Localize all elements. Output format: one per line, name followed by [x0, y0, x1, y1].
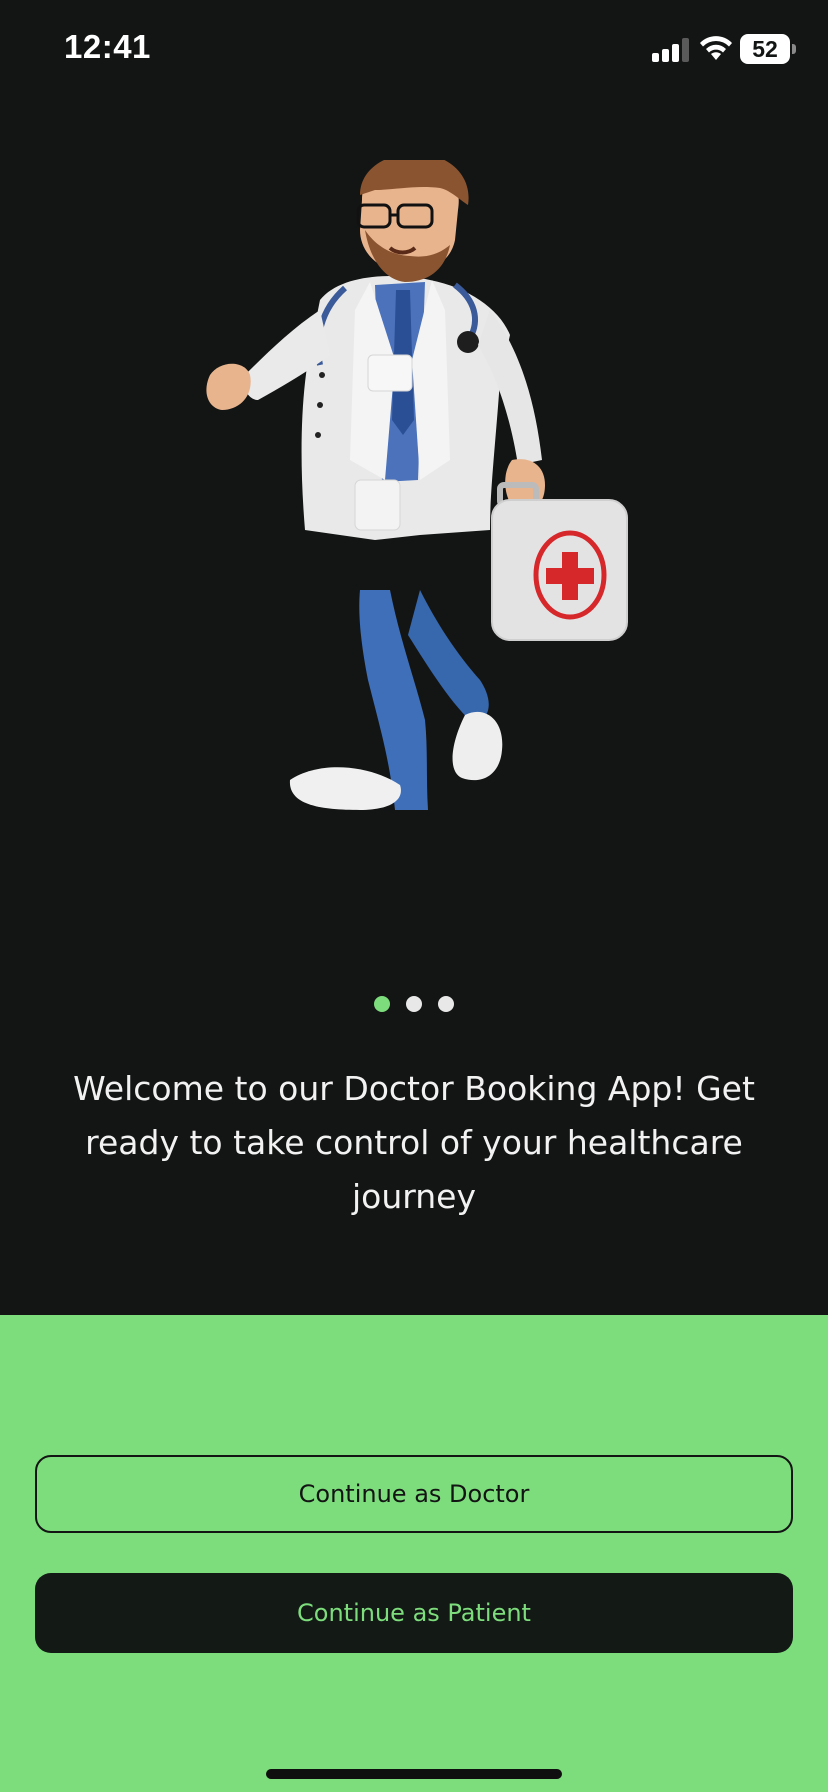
- page-dot[interactable]: [438, 996, 454, 1012]
- continue-as-doctor-button[interactable]: Continue as Doctor: [35, 1455, 793, 1533]
- wifi-icon: [700, 36, 732, 60]
- page-dot[interactable]: [406, 996, 422, 1012]
- battery-cap: [792, 44, 796, 54]
- welcome-message: Welcome to our Doctor Booking App! Get r…: [73, 1069, 755, 1216]
- home-indicator[interactable]: [266, 1769, 562, 1779]
- continue-as-patient-button[interactable]: Continue as Patient: [35, 1573, 793, 1653]
- action-panel: Continue as Doctor Continue as Patient: [0, 1315, 828, 1792]
- doctor-illustration: [206, 160, 628, 810]
- battery-icon: 52: [740, 34, 790, 64]
- onboarding-top-section: 12:41 52 Welcome to our Doctor Booking A…: [0, 0, 828, 1315]
- onboarding-screen: 12:41 52 Welcome to our Doctor Booking A…: [0, 0, 828, 1792]
- cellular-signal-icon: [652, 38, 690, 62]
- page-indicator: [0, 996, 828, 1012]
- page-dot-active[interactable]: [374, 996, 390, 1012]
- status-time: 12:41: [64, 28, 151, 65]
